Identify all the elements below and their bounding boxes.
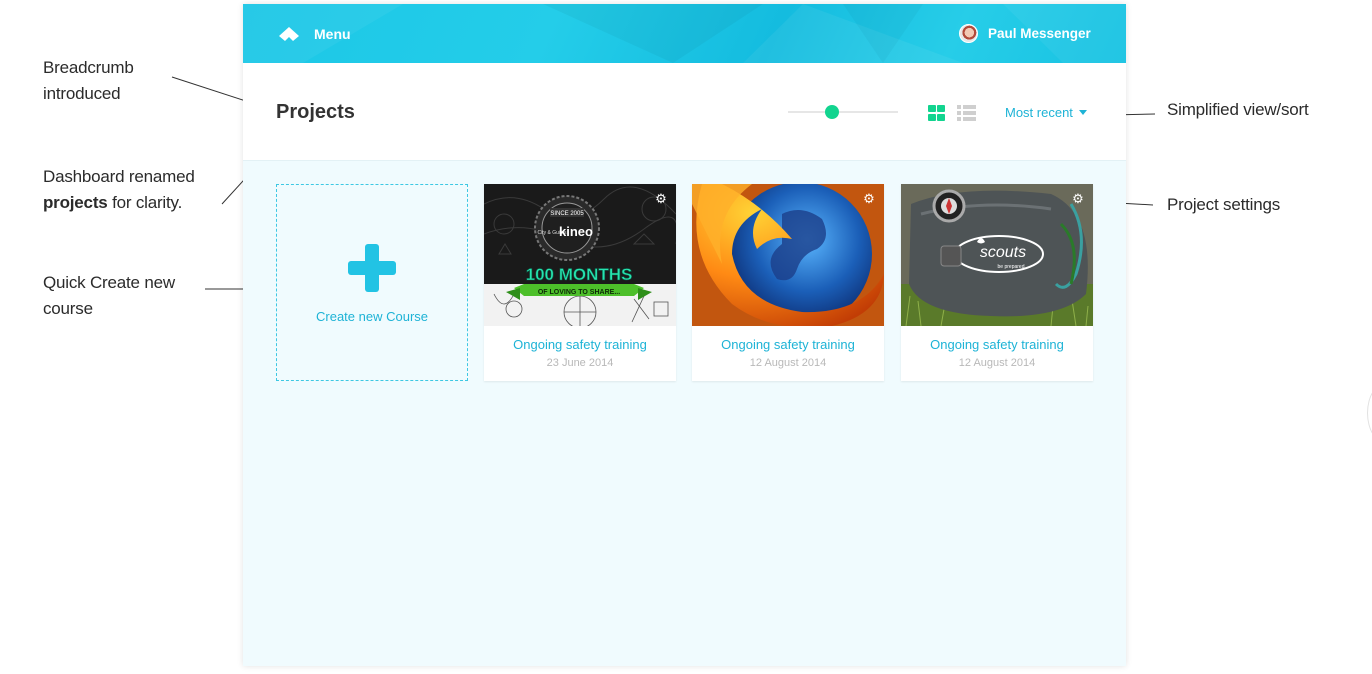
project-title[interactable]: Ongoing safety training bbox=[484, 337, 676, 352]
annotation-project-settings: Project settings bbox=[1167, 195, 1281, 214]
zoom-slider-handle[interactable] bbox=[825, 105, 839, 119]
project-thumbnail: scouts be prepared ⚙ bbox=[901, 184, 1093, 326]
plus-icon bbox=[348, 244, 396, 292]
caret-down-icon bbox=[1078, 110, 1087, 115]
annotation-quick-line1: Quick Create new bbox=[43, 273, 175, 292]
project-card[interactable]: scouts be prepared ⚙ Ongoing safety trai… bbox=[901, 184, 1093, 381]
project-card[interactable]: SINCE 2005 City & Guilds kineo 100 MONTH… bbox=[484, 184, 676, 381]
page-title: Projects bbox=[276, 101, 355, 123]
sort-dropdown-label: Most recent bbox=[1005, 105, 1073, 120]
project-title[interactable]: Ongoing safety training bbox=[901, 337, 1093, 352]
list-view-icon[interactable] bbox=[957, 105, 976, 121]
annotation-quick-line2: course bbox=[43, 299, 93, 318]
annotation-dashboard-line1: Dashboard renamed bbox=[43, 167, 195, 186]
create-course-label: Create new Course bbox=[316, 309, 428, 324]
project-title[interactable]: Ongoing safety training bbox=[692, 337, 884, 352]
project-date: 12 August 2014 bbox=[749, 357, 827, 369]
annotation-dashboard: Dashboard renamed projects for clarity. bbox=[43, 164, 195, 216]
annotation-breadcrumb-line1: Breadcrumb bbox=[43, 58, 134, 77]
gear-icon[interactable]: ⚙ bbox=[862, 192, 876, 206]
menu-button[interactable]: Menu bbox=[314, 26, 351, 42]
gear-icon[interactable]: ⚙ bbox=[654, 192, 668, 206]
edge-decoration bbox=[1367, 382, 1372, 444]
project-thumbnail: SINCE 2005 City & Guilds kineo 100 MONTH… bbox=[484, 184, 676, 326]
annotation-dashboard-bold: projects bbox=[43, 193, 108, 212]
annotation-simplified: Simplified view/sort bbox=[1167, 100, 1309, 119]
thumb-since-text: SINCE 2005 bbox=[550, 211, 584, 217]
app-window: Menu Paul Messenger Projects Most recent… bbox=[243, 4, 1126, 666]
annotation-breadcrumb: Breadcrumb introduced bbox=[43, 55, 134, 107]
project-date: 12 August 2014 bbox=[958, 357, 1036, 369]
thumb-headline: 100 MONTHS bbox=[526, 265, 633, 284]
thumb-tagline-text: be prepared bbox=[998, 264, 1025, 270]
zoom-slider-track[interactable] bbox=[788, 111, 898, 113]
top-bar: Menu Paul Messenger bbox=[243, 4, 1126, 63]
avatar[interactable] bbox=[959, 24, 978, 43]
logo-icon[interactable] bbox=[277, 26, 301, 42]
gear-icon[interactable]: ⚙ bbox=[1071, 192, 1085, 206]
thumb-scouts-text: scouts bbox=[980, 244, 1026, 261]
grid-view-icon[interactable] bbox=[928, 105, 945, 121]
project-card[interactable]: ⚙ Ongoing safety training 12 August 2014 bbox=[692, 184, 884, 381]
thumb-brand-text: kineo bbox=[559, 224, 593, 239]
page-header: Projects Most recent bbox=[243, 63, 1126, 161]
annotation-quick-create: Quick Create new course bbox=[43, 270, 175, 322]
annotation-breadcrumb-line2: introduced bbox=[43, 84, 121, 103]
annotation-dashboard-rest: for clarity. bbox=[107, 193, 183, 212]
annotation-dashboard-line2: projects for clarity. bbox=[43, 190, 195, 216]
thumb-banner-text: OF LOVING TO SHARE... bbox=[538, 289, 620, 296]
user-name-link[interactable]: Paul Messenger bbox=[988, 26, 1091, 41]
project-date: 23 June 2014 bbox=[546, 357, 614, 369]
project-thumbnail: ⚙ bbox=[692, 184, 884, 326]
create-course-card[interactable]: Create new Course bbox=[276, 184, 468, 381]
sort-dropdown[interactable]: Most recent bbox=[1005, 105, 1087, 120]
